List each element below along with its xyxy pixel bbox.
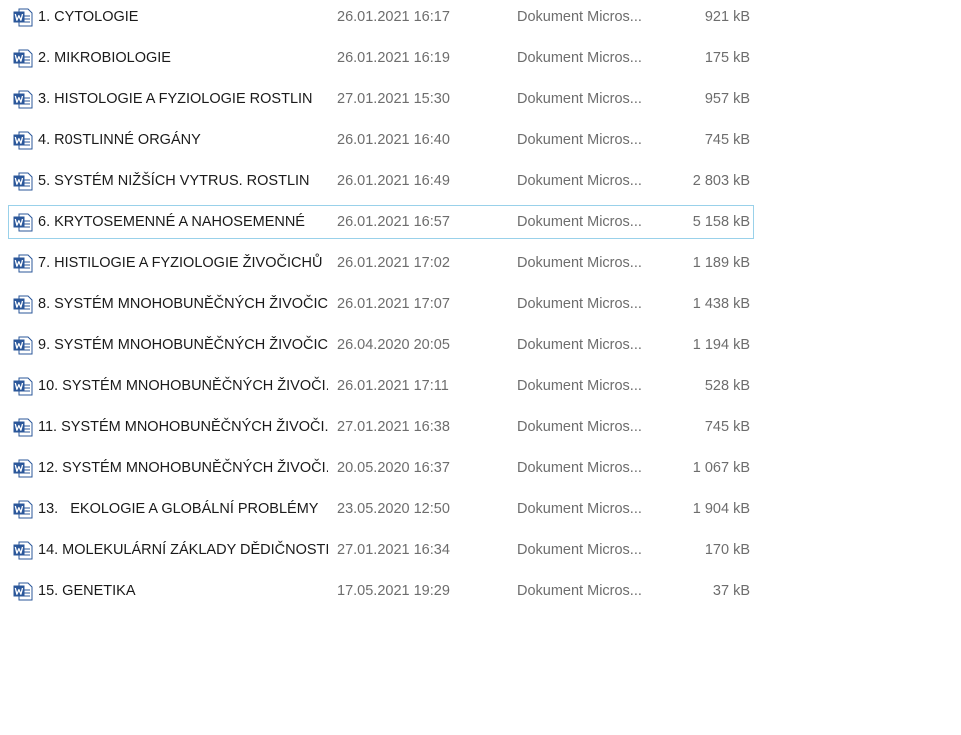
file-size: 2 803 kB [692,173,750,189]
word-document-icon [13,582,33,601]
file-name[interactable]: 3. HISTOLOGIE A FYZIOLOGIE ROSTLIN [38,83,328,115]
file-name[interactable]: 2. MIKROBIOLOGIE [38,42,328,74]
file-name[interactable]: 4. R0STLINNÉ ORGÁNY [38,124,328,156]
file-type: Dokument Micros... [517,419,642,435]
file-date-modified: 26.01.2021 17:02 [337,255,450,271]
file-type: Dokument Micros... [517,255,642,271]
file-size: 1 067 kB [692,460,750,476]
file-size: 1 194 kB [692,337,750,353]
file-row[interactable]: 8. SYSTÉM MNOHOBUNĚČNÝCH ŽIVOČIC... 26.0… [8,287,754,321]
file-name[interactable]: 15. GENETIKA [38,575,328,607]
file-type: Dokument Micros... [517,9,642,25]
file-date-modified: 26.01.2021 16:49 [337,173,450,189]
file-row[interactable]: 1. CYTOLOGIE 26.01.2021 16:17 Dokument M… [8,0,754,34]
file-date-modified: 26.01.2021 17:07 [337,296,450,312]
file-type: Dokument Micros... [517,583,642,599]
file-name[interactable]: 8. SYSTÉM MNOHOBUNĚČNÝCH ŽIVOČIC... [38,288,328,320]
file-row[interactable]: 14. MOLEKULÁRNÍ ZÁKLADY DĚDIČNOSTI 27.01… [8,533,754,567]
file-date-modified: 26.01.2021 16:40 [337,132,450,148]
file-size: 745 kB [704,132,750,148]
file-name[interactable]: 12. SYSTÉM MNOHOBUNĚČNÝCH ŽIVOČI... [38,452,328,484]
file-name[interactable]: 1. CYTOLOGIE [38,1,328,33]
file-date-modified: 26.01.2021 16:17 [337,9,450,25]
file-size: 1 189 kB [692,255,750,271]
file-name[interactable]: 9. SYSTÉM MNOHOBUNĚČNÝCH ŽIVOČIC... [38,329,328,361]
file-size: 957 kB [704,91,750,107]
file-size: 745 kB [704,419,750,435]
file-date-modified: 26.01.2021 16:57 [337,214,450,230]
word-document-icon [13,254,33,273]
file-type: Dokument Micros... [517,132,642,148]
file-row[interactable]: 3. HISTOLOGIE A FYZIOLOGIE ROSTLIN 27.01… [8,82,754,116]
file-row[interactable]: 12. SYSTÉM MNOHOBUNĚČNÝCH ŽIVOČI... 20.0… [8,451,754,485]
word-document-icon [13,418,33,437]
file-type: Dokument Micros... [517,50,642,66]
file-size: 175 kB [704,50,750,66]
file-row[interactable]: 6. KRYTOSEMENNÉ A NAHOSEMENNÉ 26.01.2021… [8,205,754,239]
word-document-icon [13,49,33,68]
word-document-icon [13,541,33,560]
file-type: Dokument Micros... [517,460,642,476]
file-row[interactable]: 10. SYSTÉM MNOHOBUNĚČNÝCH ŽIVOČI... 26.0… [8,369,754,403]
file-date-modified: 20.05.2020 16:37 [337,460,450,476]
word-document-icon [13,213,33,232]
file-size: 5 158 kB [692,214,750,230]
file-type: Dokument Micros... [517,337,642,353]
file-name[interactable]: 7. HISTILOGIE A FYZIOLOGIE ŽIVOČICHŮ [38,247,328,279]
file-row[interactable]: 2. MIKROBIOLOGIE 26.01.2021 16:19 Dokume… [8,41,754,75]
file-type: Dokument Micros... [517,296,642,312]
file-date-modified: 26.04.2020 20:05 [337,337,450,353]
file-type: Dokument Micros... [517,378,642,394]
file-row[interactable]: 7. HISTILOGIE A FYZIOLOGIE ŽIVOČICHŮ 26.… [8,246,754,280]
file-name[interactable]: 10. SYSTÉM MNOHOBUNĚČNÝCH ŽIVOČI... [38,370,328,402]
file-size: 37 kB [712,583,750,599]
file-row[interactable]: 13. EKOLOGIE A GLOBÁLNÍ PROBLÉMY 23.05.2… [8,492,754,526]
word-document-icon [13,90,33,109]
file-name[interactable]: 5. SYSTÉM NIŽŠÍCH VYTRUS. ROSTLIN [38,165,328,197]
file-row[interactable]: 9. SYSTÉM MNOHOBUNĚČNÝCH ŽIVOČIC... 26.0… [8,328,754,362]
file-date-modified: 26.01.2021 17:11 [337,378,449,394]
word-document-icon [13,377,33,396]
file-size: 170 kB [704,542,750,558]
word-document-icon [13,131,33,150]
file-date-modified: 27.01.2021 15:30 [337,91,450,107]
file-row[interactable]: 11. SYSTÉM MNOHOBUNĚČNÝCH ŽIVOČI... 27.0… [8,410,754,444]
word-document-icon [13,295,33,314]
file-size: 528 kB [704,378,750,394]
file-date-modified: 17.05.2021 19:29 [337,583,450,599]
file-name[interactable]: 14. MOLEKULÁRNÍ ZÁKLADY DĚDIČNOSTI [38,534,328,566]
file-type: Dokument Micros... [517,214,642,230]
file-size: 921 kB [704,9,750,25]
word-document-icon [13,8,33,27]
file-name[interactable]: 11. SYSTÉM MNOHOBUNĚČNÝCH ŽIVOČI... [38,411,328,443]
file-type: Dokument Micros... [517,542,642,558]
file-type: Dokument Micros... [517,501,642,517]
file-size: 1 438 kB [692,296,750,312]
file-date-modified: 27.01.2021 16:34 [337,542,450,558]
file-row[interactable]: 5. SYSTÉM NIŽŠÍCH VYTRUS. ROSTLIN 26.01.… [8,164,754,198]
word-document-icon [13,336,33,355]
word-document-icon [13,500,33,519]
file-type: Dokument Micros... [517,173,642,189]
word-document-icon [13,459,33,478]
file-type: Dokument Micros... [517,91,642,107]
word-document-icon [13,172,33,191]
file-row[interactable]: 15. GENETIKA 17.05.2021 19:29 Dokument M… [8,574,754,608]
file-name[interactable]: 13. EKOLOGIE A GLOBÁLNÍ PROBLÉMY [38,493,328,525]
file-size: 1 904 kB [692,501,750,517]
file-name[interactable]: 6. KRYTOSEMENNÉ A NAHOSEMENNÉ [38,206,328,238]
file-row[interactable]: 4. R0STLINNÉ ORGÁNY 26.01.2021 16:40 Dok… [8,123,754,157]
file-date-modified: 27.01.2021 16:38 [337,419,450,435]
file-date-modified: 23.05.2020 12:50 [337,501,450,517]
file-date-modified: 26.01.2021 16:19 [337,50,450,66]
